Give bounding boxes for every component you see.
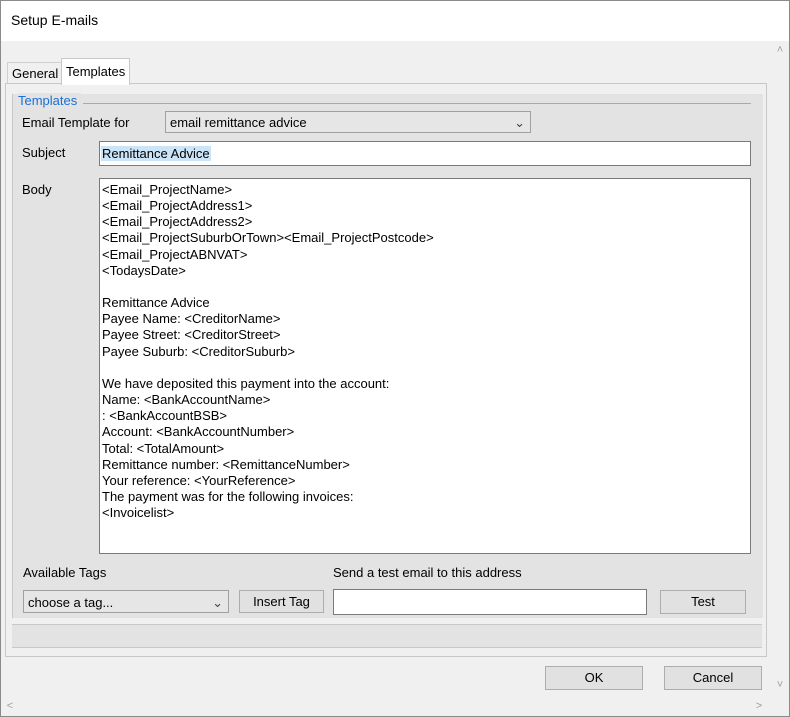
tab-general[interactable]: General (7, 62, 64, 84)
body-label: Body (22, 182, 52, 197)
chevron-up-icon[interactable]: ˄ (774, 44, 786, 56)
insert-tag-button[interactable]: Insert Tag (239, 590, 324, 613)
chevron-right-icon[interactable]: > (753, 700, 765, 712)
templates-group: Templates Email Template for email remit… (12, 93, 763, 618)
group-divider (83, 103, 751, 104)
chevron-down-icon: ⌄ (514, 115, 525, 130)
subject-input[interactable]: Remittance Advice (99, 141, 751, 166)
window-title: Setup E-mails (11, 12, 99, 28)
body-text: <Email_ProjectName> <Email_ProjectAddres… (102, 182, 434, 521)
test-email-input[interactable] (333, 589, 647, 615)
email-template-value: email remittance advice (170, 115, 307, 130)
title-bar: Setup E-mails (1, 1, 789, 41)
ok-button[interactable]: OK (545, 666, 643, 690)
email-template-label: Email Template for (22, 115, 130, 130)
templates-tab-panel: Templates Email Template for email remit… (5, 83, 767, 657)
tab-templates[interactable]: Templates (61, 58, 131, 85)
chevron-down-icon[interactable]: ˅ (774, 679, 786, 691)
chevron-down-icon: ⌄ (212, 595, 223, 610)
cancel-button[interactable]: Cancel (664, 666, 762, 690)
available-tags-label: Available Tags (23, 565, 107, 580)
tag-select[interactable]: choose a tag... ⌄ (23, 590, 229, 613)
body-textarea[interactable]: <Email_ProjectName> <Email_ProjectAddres… (99, 178, 751, 554)
chevron-left-icon[interactable]: < (4, 700, 16, 712)
horizontal-scrollbar[interactable]: < > (1, 696, 771, 716)
test-button[interactable]: Test (660, 590, 746, 614)
test-email-label: Send a test email to this address (333, 565, 522, 580)
tag-select-value: choose a tag... (28, 595, 114, 610)
email-template-select[interactable]: email remittance advice ⌄ (165, 111, 531, 133)
vertical-scrollbar[interactable]: ˄ ˅ (771, 41, 789, 694)
templates-group-title: Templates (18, 93, 82, 108)
subject-value: Remittance Advice (101, 146, 211, 161)
setup-emails-window: Setup E-mails General Templates Template… (0, 0, 790, 717)
subject-label: Subject (22, 145, 66, 160)
status-bar (12, 624, 762, 648)
